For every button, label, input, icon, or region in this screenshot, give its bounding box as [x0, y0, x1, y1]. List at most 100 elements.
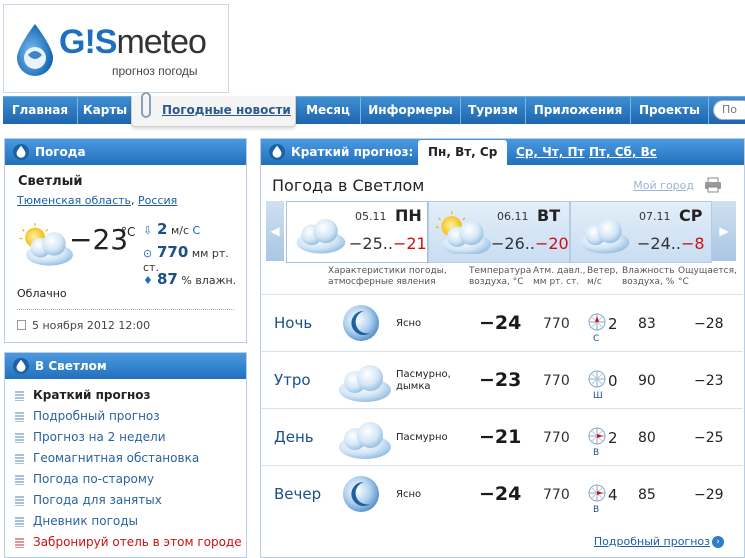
nav-item-home[interactable]: Главная — [3, 97, 78, 124]
col-head-humidity: Влажность воздуха, % — [622, 266, 674, 288]
table-row: Вечер Ясно −24 770 В 4 85 −29 — [261, 465, 743, 522]
row-temperature: −24 — [479, 312, 522, 334]
logo-drop-icon — [17, 24, 53, 76]
day-temp-min: −26.. — [491, 234, 535, 253]
day-card-wed[interactable]: 07.11 СР −24..−8 — [570, 201, 712, 263]
row-description: Пасмурно, дымка — [396, 369, 451, 393]
forecast-city-title: Погода в Светлом — [272, 176, 425, 195]
day-selector: ◀ 05.11 ПН −25..−21 06.11 ВТ −26..−20 07… — [266, 201, 736, 263]
menu-item-book-hotel[interactable]: Забронируй отель в этом городе — [15, 532, 242, 553]
menu-item-label: Погода по-старому — [33, 472, 155, 486]
day-card-mon[interactable]: 05.11 ПН −25..−21 — [286, 201, 428, 263]
city-menu-list: Краткий прогноз Подробный прогноз Прогно… — [15, 385, 242, 553]
list-bullet-icon — [15, 391, 24, 401]
menu-item-geomagnetic[interactable]: Геомагнитная обстановка — [15, 448, 242, 469]
row-wind-speed: 4 — [608, 486, 618, 504]
prev-days-button[interactable]: ◀ — [266, 201, 284, 261]
nav-item-month[interactable]: Месяц — [296, 97, 361, 124]
row-description: Пасмурно — [396, 432, 448, 443]
nav-item-apps[interactable]: Приложения — [526, 97, 631, 124]
arrow-right-icon[interactable]: › — [712, 536, 724, 548]
col-head-wind: Ветер, м/с — [587, 266, 618, 288]
menu-item-diary[interactable]: Дневник погоды — [15, 511, 242, 532]
col-head-pressure-1: Атм. давл., — [533, 266, 586, 276]
day-date: 06.11 — [497, 210, 529, 223]
menu-item-short-forecast[interactable]: Краткий прогноз — [15, 385, 242, 406]
logo[interactable]: G!Smeteo прогноз погоды — [3, 4, 229, 93]
detailed-forecast-link[interactable]: Подробный прогноз — [594, 535, 710, 548]
day-temp-range: −25..−21 — [349, 234, 427, 253]
row-pressure: 770 — [543, 430, 570, 446]
row-period: Утро — [274, 371, 311, 389]
nav-item-projects[interactable]: Проекты — [631, 97, 709, 124]
day-temp-range: −26..−20 — [491, 234, 569, 253]
nav-item-weather-news[interactable]: Погодные новости — [131, 96, 296, 127]
observation-date: 5 ноября 2012 12:00 — [17, 319, 150, 332]
menu-item-two-weeks[interactable]: Прогноз на 2 недели — [15, 427, 242, 448]
current-temperature-unit: °C — [121, 225, 136, 239]
day-name: СР — [679, 206, 703, 225]
next-days-button[interactable]: ▶ — [712, 201, 736, 261]
row-description-1: Пасмурно, — [396, 369, 451, 380]
observation-date-text: 5 ноября 2012 12:00 — [32, 319, 151, 332]
humidity-param: ♦ 87 % влажн. — [143, 270, 236, 288]
day-date: 07.11 — [639, 210, 671, 223]
table-row: Ночь Ясно −24 770 С 2 83 −28 — [261, 294, 743, 351]
tab-wed-thu-fri[interactable]: Ср, Чт, Пт — [516, 139, 585, 165]
nav-item-tourism[interactable]: Туризм — [461, 97, 526, 124]
partly-cloudy-icon — [433, 210, 491, 254]
day-temp-min: −24.. — [637, 234, 681, 253]
drop-icon — [13, 144, 29, 160]
row-period: Ночь — [274, 314, 313, 332]
nav-item-informers[interactable]: Информеры — [361, 97, 461, 124]
day-name: ПН — [395, 206, 422, 225]
my-city-link[interactable]: Мой город — [633, 179, 694, 192]
menu-item-label: Прогноз на 2 недели — [33, 430, 166, 444]
city-menu-panel: В Светлом Краткий прогноз Подробный прог… — [4, 352, 247, 558]
wind-rose-icon — [588, 313, 606, 331]
table-row: Утро Пасмурно, дымка −23 770 Ш 0 90 −23 — [261, 351, 743, 408]
list-bullet-icon — [15, 496, 24, 506]
row-feels-like: −28 — [694, 316, 724, 332]
tab-fri-sat-sun[interactable]: Пт, Сб, Вс — [589, 139, 657, 165]
menu-item-label: Забронируй отель в этом городе — [33, 535, 242, 549]
logo-brand-gis: G!S — [59, 23, 117, 61]
row-description: Ясно — [396, 489, 422, 500]
row-wind-direction: Ш — [593, 391, 603, 401]
wind-direction: С — [192, 224, 201, 237]
day-card-tue[interactable]: 06.11 ВТ −26..−20 — [428, 201, 570, 263]
humidity-drop-icon: ♦ — [143, 274, 153, 287]
day-temp-range: −24..−8 — [637, 234, 705, 253]
menu-item-detailed-forecast[interactable]: Подробный прогноз — [15, 406, 242, 427]
pressure-value: 770 — [157, 243, 189, 261]
paperclip-icon — [141, 92, 151, 118]
menu-item-for-busy[interactable]: Погода для занятых — [15, 490, 242, 511]
col-head-conditions-1: Характеристики погоды, — [328, 266, 447, 276]
moon-icon — [343, 476, 379, 512]
col-head-feels-2: °C — [678, 277, 689, 287]
printer-icon[interactable] — [704, 177, 722, 193]
search-input[interactable]: По — [713, 100, 745, 120]
menu-item-label: Геомагнитная обстановка — [33, 451, 200, 465]
region-link[interactable]: Тюменская область — [17, 194, 131, 207]
row-temperature: −24 — [479, 483, 522, 505]
col-head-humidity-1: Влажность — [622, 266, 675, 276]
menu-item-old-style[interactable]: Погода по-старому — [15, 469, 242, 490]
calendar-icon — [17, 320, 26, 330]
cloud-icon — [580, 218, 630, 254]
list-bullet-icon — [15, 412, 24, 422]
logo-brand-meteo: meteo — [116, 23, 206, 61]
humidity-unit: % влажн. — [181, 274, 237, 287]
day-temp-max: −8 — [680, 234, 705, 253]
tab-mon-tue-wed[interactable]: Пн, Вт, Ср — [418, 140, 508, 165]
country-link[interactable]: Россия — [138, 194, 177, 207]
nav-item-maps[interactable]: Карты — [78, 97, 133, 124]
logo-subtitle: прогноз погоды — [112, 64, 198, 78]
row-wind-direction: С — [593, 334, 600, 344]
row-humidity: 90 — [638, 373, 656, 389]
row-wind-direction: В — [593, 505, 600, 515]
col-head-temp: Температура воздуха, °C — [469, 266, 531, 288]
row-description-2: дымка — [396, 381, 431, 392]
row-wind-speed: 2 — [608, 315, 618, 333]
current-condition: Облачно — [17, 287, 67, 300]
